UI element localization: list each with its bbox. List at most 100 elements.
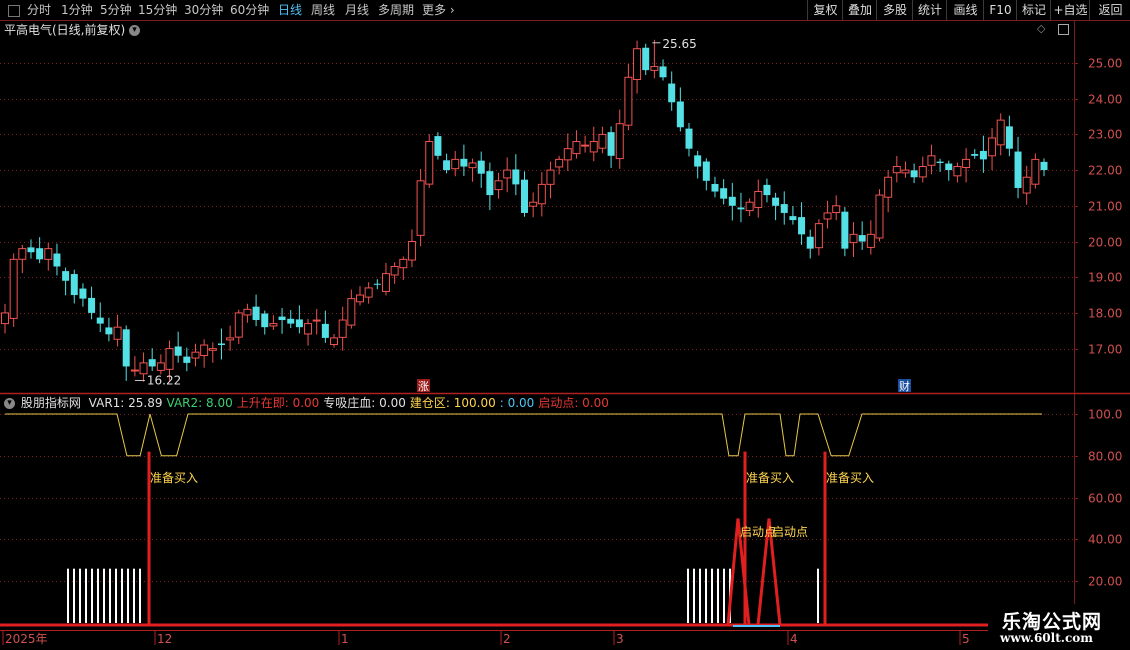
candle-down: [858, 235, 866, 242]
diamond-icon[interactable]: ◇: [1037, 22, 1045, 35]
candle-up: [226, 337, 235, 341]
date-axis-label: 3: [616, 632, 624, 646]
candle-down: [676, 101, 684, 128]
indicator-value-1: VAR2: 8.00: [166, 396, 233, 410]
stock-title: 平高电气(日线,前复权): [4, 23, 126, 37]
candle-up: [849, 233, 858, 244]
indicator-axis-label: 40.00: [1088, 533, 1122, 547]
candle-up: [347, 298, 356, 326]
candle-up: [451, 158, 460, 170]
candle-up: [18, 248, 27, 260]
start-signal-label: 启动点: [772, 525, 808, 539]
indicator-name: 股朋指标网: [20, 396, 81, 410]
candle-up: [399, 258, 408, 269]
price-axis-label: 22.00: [1088, 164, 1122, 178]
candle-down: [1040, 161, 1048, 171]
candle-down: [685, 128, 693, 149]
candle-down: [434, 136, 442, 156]
candle-up: [425, 141, 434, 185]
candle-up: [44, 248, 53, 260]
candle-up: [312, 319, 321, 322]
candle-up: [996, 119, 1005, 146]
kline-chart[interactable]: 准备买入 准备买入 准备买入启动点启动点 25.0024.0023.0022.002…: [0, 0, 1130, 650]
candle-up: [555, 158, 564, 168]
candle-down: [486, 171, 494, 196]
candle-down: [798, 217, 806, 235]
candle-up: [330, 337, 339, 345]
candle-down: [910, 170, 918, 178]
price-axis-label: 23.00: [1088, 128, 1122, 142]
candle-down: [1005, 126, 1013, 149]
main-chart-title[interactable]: 平高电气(日线,前复权) ▾: [4, 21, 141, 39]
candle-down: [979, 150, 987, 160]
candle-down: [780, 204, 788, 213]
candle-up: [503, 169, 512, 179]
candle-down: [772, 197, 780, 206]
candle-down: [321, 323, 329, 338]
candle-down: [668, 83, 676, 103]
candle-up: [364, 287, 373, 298]
candle-up: [355, 294, 364, 303]
chevron-down-icon[interactable]: ▾: [129, 25, 141, 36]
axes: 25.00 24.00 23.00 22.00 21.00 20.00 19.00 18.00…: [2, 37, 1122, 646]
chevron-down-icon[interactable]: ▾: [4, 398, 15, 409]
candle-up: [832, 205, 841, 214]
candle-up: [407, 241, 416, 261]
indicator-value-6: 启动点: 0.00: [538, 396, 609, 410]
candle-up: [113, 326, 122, 340]
candle-down: [607, 132, 615, 156]
candle-up: [650, 66, 659, 71]
buy-signal-label: 准备买入: [746, 471, 794, 485]
candle-up: [494, 180, 503, 191]
candle-up: [130, 369, 139, 372]
indicator-panel: 准备买入 准备买入 准备买入启动点启动点: [0, 413, 1130, 627]
indicator-values: VAR1: 25.89 VAR2: 8.00 上升在即: 0.00 专吸庄血: 0.0…: [89, 396, 613, 410]
price-axis-label: 17.00: [1088, 343, 1122, 357]
date-axis-label: 2025年: [5, 632, 48, 646]
candles: [1, 39, 1048, 382]
candle-down: [789, 216, 797, 221]
indicator-value-0: VAR1: 25.89: [88, 396, 163, 410]
candle-down: [70, 274, 78, 296]
candle-down: [88, 297, 96, 313]
indicator-value-3: 专吸庄血: 0.00: [323, 396, 406, 410]
candle-down: [122, 329, 130, 367]
watermark-name: 乐淘公式网: [1002, 611, 1103, 633]
date-axis-label: 5: [962, 632, 970, 646]
candle-up: [546, 169, 555, 185]
candle-up: [927, 155, 936, 166]
candle-up: [988, 137, 997, 157]
panel-toggle-icon[interactable]: [1058, 24, 1069, 35]
mark-limit-up: 涨: [418, 380, 429, 393]
candle-up: [156, 362, 165, 371]
candle-up: [1031, 158, 1040, 185]
date-axis-label: 2: [503, 632, 511, 646]
indicator-value-2: 上升在即: 0.00: [236, 396, 320, 410]
candle-down: [373, 283, 381, 285]
candle-up: [304, 323, 313, 335]
candle-up: [537, 183, 546, 205]
candle-up: [234, 312, 243, 338]
candle-down: [711, 183, 719, 192]
candle-down: [287, 318, 295, 324]
candle-up: [953, 166, 962, 177]
candle-up: [866, 233, 875, 248]
candle-up: [823, 212, 832, 220]
candle-up: [191, 351, 200, 359]
candle-down: [174, 346, 182, 356]
candle-up: [918, 166, 927, 178]
candle-up: [381, 273, 390, 292]
low-label: 16.22: [147, 373, 181, 387]
price-axis-label: 21.00: [1088, 200, 1122, 214]
candle-up: [581, 144, 590, 147]
candle-up: [1022, 176, 1031, 194]
candle-up: [875, 194, 884, 239]
indicator-axis-label: 100.0: [1088, 408, 1122, 422]
indicator-title-bar[interactable]: ▾ 股朋指标网 VAR1: 25.89 VAR2: 8.00 上升在即: 0.00 专…: [0, 394, 617, 412]
candle-down: [477, 160, 485, 174]
candle-up: [615, 123, 624, 160]
candle-down: [278, 316, 286, 321]
price-axis-label: 18.00: [1088, 307, 1122, 321]
price-axis-label: 20.00: [1088, 236, 1122, 250]
start-signal-label: 启动点: [740, 525, 776, 539]
